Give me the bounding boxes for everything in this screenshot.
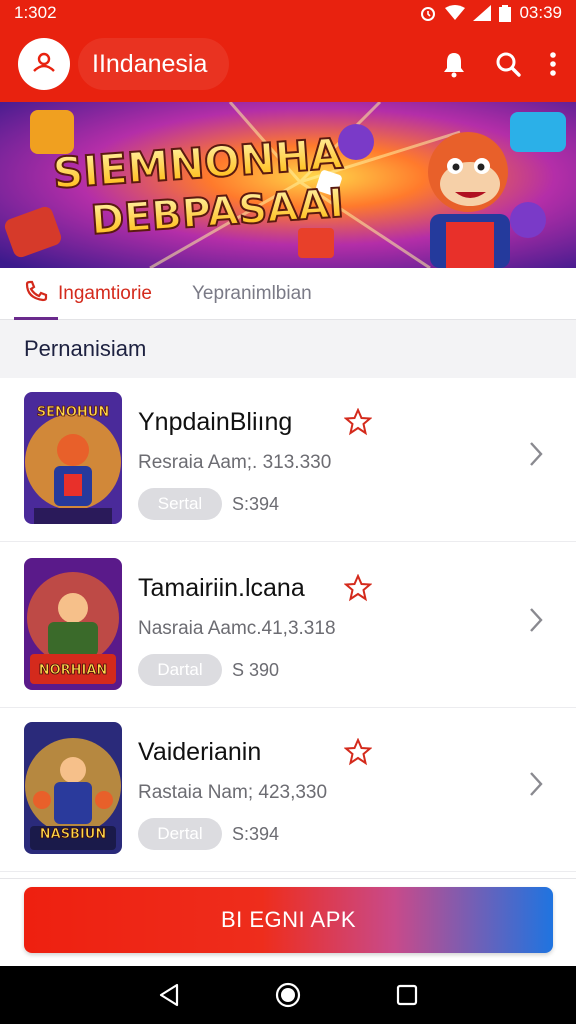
status-badge: Dertal: [138, 818, 222, 850]
star-icon[interactable]: [343, 573, 373, 607]
system-nav-bar: [0, 966, 576, 1024]
game-thumbnail: SENOHUN: [24, 392, 122, 524]
star-icon[interactable]: [343, 737, 373, 771]
list-item[interactable]: NORHIAN Tamairiin.lcana Nasraia Aamc.41,…: [0, 544, 576, 708]
thumb-title: NORHIAN: [39, 663, 108, 678]
game-thumbnail: NORHIAN: [24, 558, 122, 690]
wifi-icon: [445, 5, 466, 21]
thumb-title: SENOHUN: [37, 405, 110, 420]
game-title: YnpdainBliıng: [138, 408, 293, 436]
app-bar: IIndanesia: [0, 26, 576, 102]
tab-bar: Ingamtiorie Yepranimlbian: [0, 268, 576, 320]
bell-icon[interactable]: [440, 50, 468, 78]
thumb-title: NASBIUN: [40, 827, 107, 842]
tab-label: Yepranimlbian: [192, 282, 312, 304]
app-title: IIndanesia: [78, 38, 230, 90]
status-right-time: 03:39: [519, 3, 562, 22]
star-icon[interactable]: [343, 407, 373, 441]
status-badge: Dartal: [138, 654, 222, 686]
game-price: S 390: [232, 660, 280, 680]
game-subtitle: Rastaia Nam; 423,330: [138, 782, 328, 803]
chevron-right-icon[interactable]: [528, 770, 544, 803]
battery-icon: [499, 4, 512, 22]
status-bar: 1:302 03:39: [0, 0, 576, 26]
phone-icon: [24, 280, 48, 308]
game-title: Tamairiin.lcana: [138, 574, 305, 602]
search-icon[interactable]: [494, 50, 522, 78]
profile-icon: [31, 51, 57, 78]
list-item[interactable]: NASBIUN Vaiderianin Rastaia Nam; 423,330…: [0, 708, 576, 872]
back-icon[interactable]: [158, 983, 180, 1007]
alarm-icon: [419, 4, 437, 22]
game-subtitle: Resraia Aam;. 313.330: [138, 452, 332, 473]
game-list: SENOHUN YnpdainBliıng Resraia Aam;. 313.…: [0, 378, 576, 878]
chevron-right-icon[interactable]: [528, 440, 544, 473]
tab-label: Ingamtiorie: [58, 282, 152, 304]
status-badge: Sertal: [138, 488, 222, 520]
profile-button[interactable]: [18, 38, 70, 90]
more-vertical-icon[interactable]: [548, 50, 558, 78]
section-title: Pernanisiam: [24, 336, 147, 361]
chevron-right-icon[interactable]: [528, 606, 544, 639]
game-price: S:394: [232, 824, 280, 844]
game-thumbnail: NASBIUN: [24, 722, 122, 854]
promo-banner[interactable]: SIEMNONHA DEBPASAAI: [0, 102, 576, 268]
status-time: 1:302: [14, 3, 57, 22]
game-price: S:394: [232, 494, 280, 514]
game-subtitle: Nasraia Aamc.41,3.318: [138, 618, 336, 639]
home-icon[interactable]: [275, 982, 301, 1008]
game-title: Vaiderianin: [138, 738, 262, 766]
tab-yepranimlbian[interactable]: Yepranimlbian: [192, 268, 312, 320]
recents-icon[interactable]: [396, 984, 418, 1006]
list-item[interactable]: SENOHUN YnpdainBliıng Resraia Aam;. 313.…: [0, 378, 576, 542]
download-apk-button[interactable]: BI EGNI APK: [24, 887, 553, 953]
signal-icon: [473, 5, 492, 21]
tab-ingamtiorie[interactable]: Ingamtiorie: [14, 268, 152, 320]
